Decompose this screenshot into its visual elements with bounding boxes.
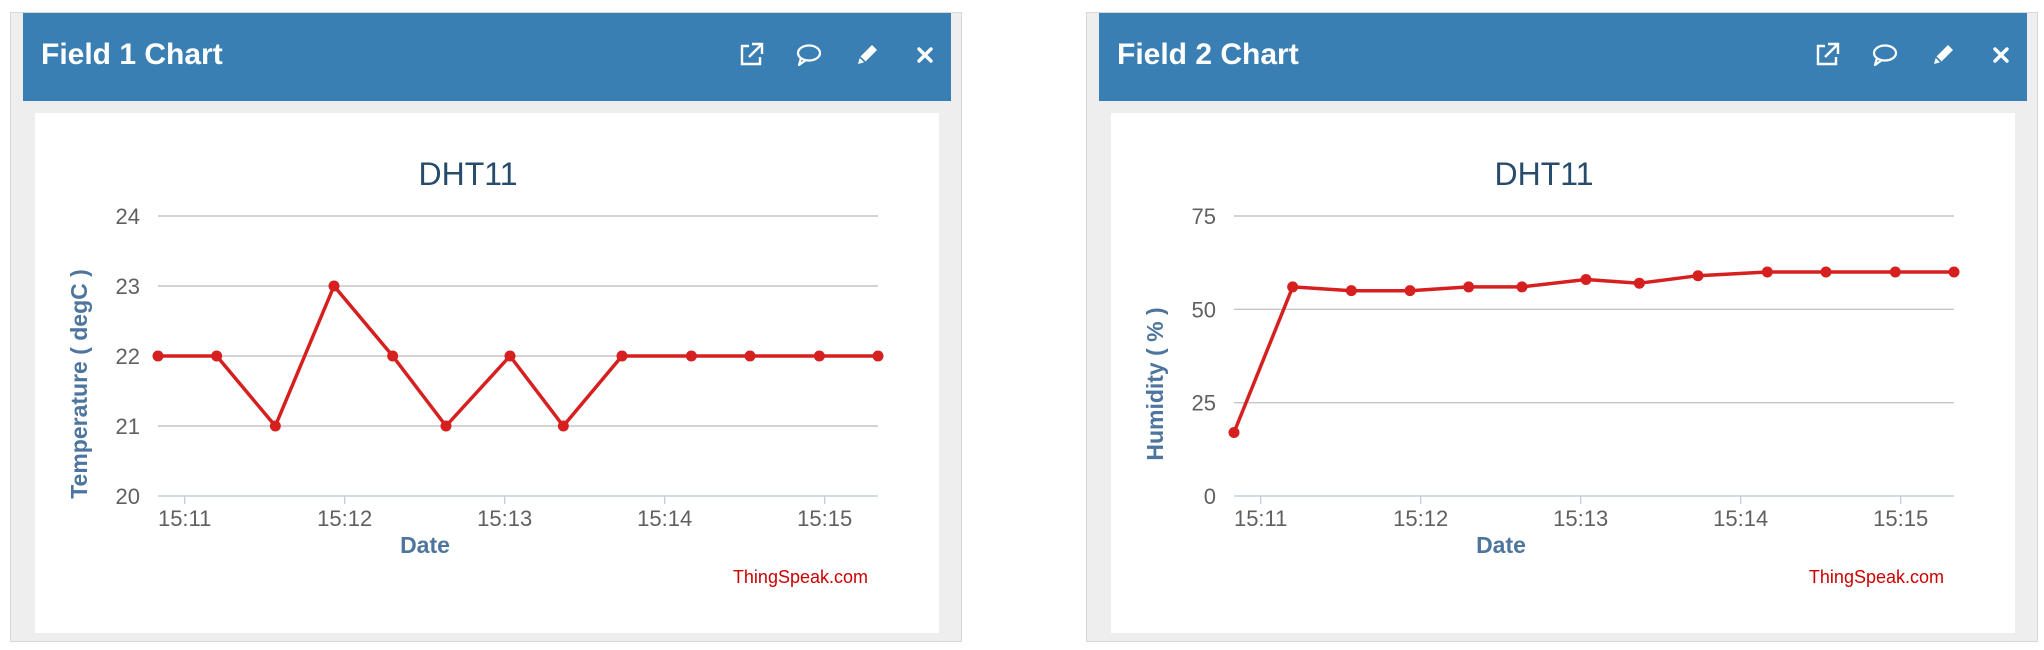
data-point[interactable] [1889,266,1901,278]
edit-icon[interactable] [847,35,887,75]
data-point[interactable] [685,350,697,362]
data-point[interactable] [211,350,223,362]
data-point[interactable] [1633,277,1645,289]
data-point[interactable] [504,350,516,362]
data-point[interactable] [1692,270,1704,282]
data-point[interactable] [872,350,884,362]
chart-area: DHT11 Date Humidity ( % ) ThingSpeak.com… [1111,113,2015,633]
x-tick-label: 15:14 [637,506,692,531]
panel-header: Field 2 Chart [1099,13,2027,101]
humidity-chart: DHT11 Date Humidity ( % ) ThingSpeak.com… [1142,156,1960,587]
comment-icon[interactable] [789,35,829,75]
data-point[interactable] [1345,285,1357,297]
data-point[interactable] [1404,285,1416,297]
comment-icon[interactable] [1865,35,1905,75]
y-tick-label: 25 [1192,391,1216,416]
thingspeak-credit-link[interactable]: ThingSpeak.com [733,567,868,587]
data-point[interactable] [557,420,569,432]
x-tick-label: 15:14 [1713,506,1768,531]
y-tick-label: 22 [116,344,140,369]
field-1-chart-panel: Field 1 Chart DHT11 Date Temperature ( d… [10,12,962,642]
edit-icon[interactable] [1923,35,1963,75]
data-point[interactable] [269,420,281,432]
x-tick-label: 15:12 [1393,506,1448,531]
chart-title: DHT11 [419,156,518,192]
series-line [1232,270,1954,434]
x-tick-label: 15:11 [1234,506,1287,531]
x-tick-label: 15:13 [477,506,532,531]
y-tick-label: 23 [116,274,140,299]
data-point[interactable] [1287,281,1299,293]
temperature-chart: DHT11 Date Temperature ( degC ) ThingSpe… [66,156,884,587]
y-axis-label: Temperature ( degC ) [66,269,92,499]
data-point[interactable] [1228,427,1240,439]
panel-header: Field 1 Chart [23,13,951,101]
data-point[interactable] [387,350,399,362]
x-tick-label: 15:15 [797,506,852,531]
chart-area: DHT11 Date Temperature ( degC ) ThingSpe… [35,113,939,633]
data-point[interactable] [744,350,756,362]
data-point[interactable] [1948,266,1960,278]
y-tick-label: 20 [116,484,140,509]
y-axis-label: Humidity ( % ) [1142,307,1168,460]
panel-title: Field 1 Chart [41,38,223,71]
panel-title: Field 2 Chart [1117,38,1299,71]
x-axis-label: Date [1476,532,1526,558]
external-link-icon[interactable] [731,35,771,75]
data-point[interactable] [813,350,825,362]
x-tick-label: 15:13 [1553,506,1608,531]
external-link-icon[interactable] [1807,35,1847,75]
data-point[interactable] [1820,266,1832,278]
data-point[interactable] [1580,273,1592,285]
x-tick-label: 15:15 [1873,506,1928,531]
x-tick-label: 15:12 [317,506,372,531]
thingspeak-credit-link[interactable]: ThingSpeak.com [1809,567,1944,587]
y-tick-label: 24 [116,204,140,229]
y-tick-label: 0 [1204,484,1216,509]
data-point[interactable] [1463,281,1475,293]
data-point[interactable] [616,350,628,362]
y-tick-label: 21 [116,414,140,439]
x-axis-label: Date [400,532,450,558]
field-2-chart-panel: Field 2 Chart DHT11 Date Humidity ( % ) … [1086,12,2038,642]
x-tick-label: 15:11 [158,506,211,531]
chart-title: DHT11 [1495,156,1594,192]
data-point[interactable] [1761,266,1773,278]
data-point[interactable] [1516,281,1528,293]
close-icon[interactable] [905,35,945,75]
y-tick-label: 75 [1192,204,1216,229]
data-point[interactable] [152,350,164,362]
data-point[interactable] [328,280,340,292]
data-point[interactable] [440,420,452,432]
close-icon[interactable] [1981,35,2021,75]
y-tick-label: 50 [1192,297,1216,322]
